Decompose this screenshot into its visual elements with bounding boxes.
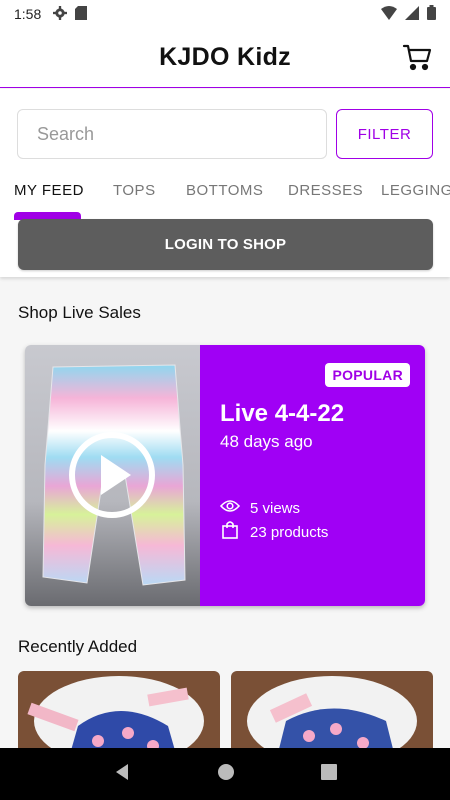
login-to-shop-button[interactable]: LOGIN TO SHOP xyxy=(18,219,433,270)
search-input[interactable] xyxy=(17,109,327,159)
live-sale-age: 48 days ago xyxy=(220,432,313,451)
filter-button[interactable]: FILTER xyxy=(336,109,433,159)
home-icon[interactable] xyxy=(217,763,235,786)
tab-dresses[interactable]: DRESSES xyxy=(288,182,363,199)
play-icon[interactable] xyxy=(67,430,157,520)
shopping-bag-icon xyxy=(220,521,250,543)
tab-my-feed[interactable]: MY FEED xyxy=(14,182,84,199)
live-sale-info: POPULAR Live 4-4-22 48 days ago 5 views … xyxy=(200,345,425,606)
app-header: KJDO Kidz xyxy=(0,28,450,88)
recents-icon[interactable] xyxy=(321,763,337,785)
popular-badge: POPULAR xyxy=(325,363,410,387)
signal-icon xyxy=(405,5,419,23)
tab-leggings[interactable]: LEGGING xyxy=(381,182,450,199)
system-nav-bar xyxy=(0,748,450,800)
status-time: 1:58 xyxy=(14,6,42,22)
eye-icon xyxy=(219,499,250,517)
live-sale-title: Live 4-4-22 xyxy=(220,400,345,427)
search-area: FILTER MY FEED TOPS BOTTOMS DRESSES LEGG… xyxy=(0,89,450,277)
back-icon[interactable] xyxy=(113,763,131,786)
live-sales-title: Shop Live Sales xyxy=(18,303,141,322)
app-title: KJDO Kidz xyxy=(159,43,291,71)
category-tabs: MY FEED TOPS BOTTOMS DRESSES LEGGING xyxy=(0,179,450,220)
settings-icon xyxy=(53,5,68,23)
cart-icon[interactable] xyxy=(402,42,432,72)
products-stat: 23 products xyxy=(220,521,328,543)
recently-added-title: Recently Added xyxy=(18,637,138,656)
tab-bottoms[interactable]: BOTTOMS xyxy=(186,182,263,199)
views-count: 5 views xyxy=(250,499,301,517)
battery-icon xyxy=(427,5,436,23)
live-sale-card[interactable]: POPULAR Live 4-4-22 48 days ago 5 views … xyxy=(25,345,425,606)
views-stat: 5 views xyxy=(219,499,301,517)
status-bar: 1:58 xyxy=(0,0,450,28)
wifi-icon xyxy=(381,5,397,23)
sd-card-icon xyxy=(75,5,88,23)
products-count: 23 products xyxy=(250,523,329,541)
tab-tops[interactable]: TOPS xyxy=(113,182,156,199)
live-sale-thumbnail xyxy=(25,345,200,606)
